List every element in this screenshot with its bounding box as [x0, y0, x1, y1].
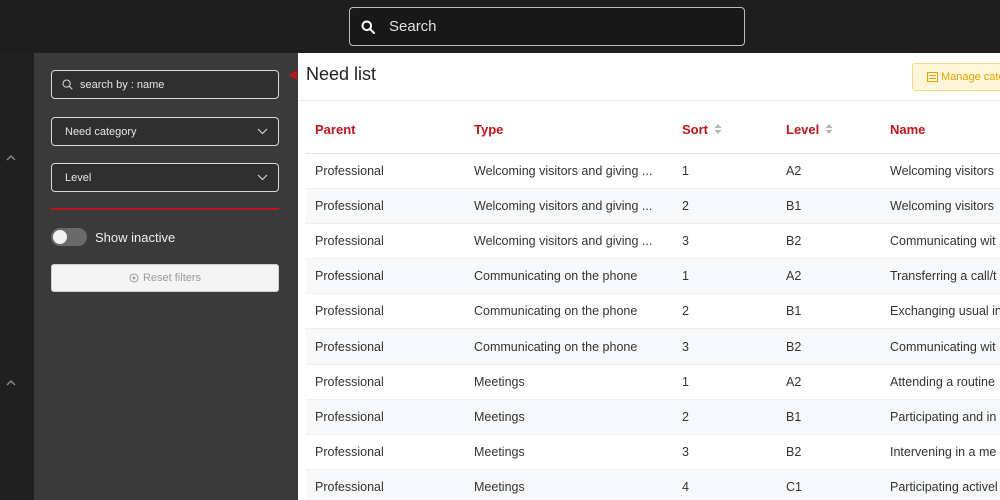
show-inactive-row: Show inactive — [51, 228, 175, 246]
header-divider — [298, 100, 1000, 101]
show-inactive-label: Show inactive — [95, 229, 176, 245]
column-header-level[interactable]: Level — [777, 107, 881, 154]
collapse-arrow-icon[interactable] — [289, 70, 297, 80]
filter-divider — [51, 208, 279, 210]
reset-filters-label: Reset filters — [142, 272, 202, 284]
sort-icon[interactable] — [825, 123, 833, 138]
table-row[interactable]: Professional Meetings 1 A2 Attending a routi… — [306, 364, 1000, 400]
reset-icon — [129, 273, 139, 283]
level-value: Level — [65, 171, 92, 184]
table-row[interactable]: Professional Welcoming visitors and givin… — [306, 223, 1000, 260]
page-title: Need list — [306, 64, 377, 84]
table-header-row: Parent Type Sort Level Name — [306, 107, 1000, 154]
table-row[interactable]: Professional Meetings 2 B1 Participating and… — [306, 399, 1000, 436]
table-row[interactable]: Professional Communicating on the phone 1 A… — [306, 258, 1000, 295]
level-select[interactable]: Level — [51, 163, 279, 192]
column-header-name[interactable]: Name — [881, 107, 1000, 154]
show-inactive-toggle[interactable] — [51, 228, 87, 246]
manage-categories-label: Manage cate — [941, 71, 1000, 83]
reset-filters-button[interactable]: Reset filters — [51, 264, 279, 292]
chevron-down-icon — [257, 126, 268, 138]
chevron-up-icon[interactable] — [5, 374, 17, 386]
column-header-sort[interactable]: Sort — [673, 107, 777, 154]
top-bar: Search — [0, 0, 1000, 53]
list-icon — [927, 72, 938, 82]
table-row[interactable]: Professional Welcoming visitors and givin… — [306, 188, 1000, 224]
global-search-placeholder: Search — [389, 18, 437, 35]
table-row[interactable]: Professional Meetings 3 B2 Intervening in a … — [306, 434, 1000, 471]
manage-categories-button[interactable]: Manage cate — [912, 63, 1000, 91]
search-icon — [361, 19, 377, 35]
column-header-parent[interactable]: Parent — [306, 107, 465, 154]
name-search-input[interactable]: search by : name — [51, 70, 279, 99]
sort-icon[interactable] — [714, 123, 722, 138]
table-row[interactable]: Professional Welcoming visitors and givin… — [306, 153, 1000, 189]
filter-panel: search by : name Need category Level Sho… — [34, 53, 298, 500]
need-category-value: Need category — [65, 125, 137, 138]
column-header-type[interactable]: Type — [465, 107, 673, 154]
name-search-placeholder: search by : name — [80, 78, 165, 91]
chevron-down-icon — [257, 172, 268, 184]
table-row[interactable]: Professional Communicating on the phone 3 B… — [306, 328, 1000, 365]
search-icon — [62, 78, 74, 91]
need-category-select[interactable]: Need category — [51, 117, 279, 146]
global-search-input[interactable]: Search — [349, 7, 745, 46]
main-content: Need list Manage cate Parent Type Sort L… — [298, 53, 1000, 500]
need-table: Parent Type Sort Level Name Professional… — [306, 107, 1000, 500]
chevron-up-icon[interactable] — [5, 149, 17, 161]
table-row[interactable]: Professional Meetings 4 C1 Participating act… — [306, 469, 1000, 500]
left-collapse-strip — [0, 53, 34, 500]
table-row[interactable]: Professional Communicating on the phone 2 B… — [306, 293, 1000, 330]
